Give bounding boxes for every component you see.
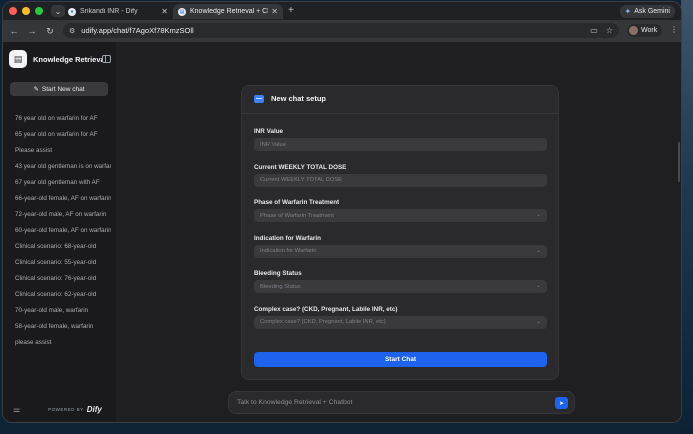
field-placeholder: Phase of Warfarin Treatment	[260, 212, 334, 219]
dify-favicon-icon: ●	[68, 7, 76, 16]
chevron-down-icon: ⌄	[535, 247, 541, 254]
new-tab-button[interactable]: +	[288, 5, 294, 16]
url-text[interactable]: udify.app/chat/f7AgoXf78KmzSOll	[81, 26, 582, 35]
start-new-chat-label: Start New chat	[41, 85, 85, 93]
field-placeholder: Indication for Warfarin	[260, 248, 317, 254]
chat-history-item[interactable]: 43 year old gentleman is on warfarin	[15, 163, 111, 179]
send-icon[interactable]: ➤	[555, 397, 568, 409]
browser-window: ⌄ ● Srikandi INR - Dify ✕ ▤ Knowledge Re…	[2, 1, 682, 423]
chat-history-item[interactable]: Clinical scenario: 76-year-old	[15, 275, 111, 291]
app-logo-icon: ▤	[9, 50, 27, 68]
tab-strip: ⌄ ● Srikandi INR - Dify ✕ ▤ Knowledge Re…	[3, 2, 681, 20]
chevron-down-icon: ⌄	[535, 283, 541, 289]
minimize-window-button[interactable]	[22, 7, 30, 15]
close-icon[interactable]: ✕	[271, 7, 278, 16]
profile-button[interactable]: Work	[627, 24, 663, 37]
chat-history-item[interactable]: 58-year-old female, warfarin	[15, 323, 111, 339]
address-bar[interactable]: ⚙ udify.app/chat/f7AgoXf78KmzSOll ▭ ☆	[63, 23, 619, 38]
ask-gemini-label: Ask Gemini	[634, 8, 670, 15]
chat-history-item[interactable]: 66-year-old female, AF on warfarin	[15, 195, 111, 211]
chat-history-item[interactable]: please assist	[15, 339, 111, 355]
field-placeholder: Bleeding Status	[260, 283, 301, 290]
maximize-window-button[interactable]	[35, 7, 43, 15]
setup-title: New chat setup	[271, 94, 327, 103]
field-placeholder: Current WEEKLY TOTAL DOSE	[260, 177, 343, 183]
field-label: Complex case? (CKD, Pregnant, Labile INR…	[254, 305, 398, 313]
start-chat-button[interactable]: Start Chat	[254, 352, 547, 367]
chat-bubble-icon	[254, 94, 264, 103]
chat-history-item[interactable]: 72-year-old male, AF on warfarin	[15, 211, 111, 227]
select-field[interactable]: Complex case? (CKD, Pregnant, Labile INR…	[254, 315, 547, 329]
star-icon[interactable]: ☆	[606, 26, 613, 35]
back-arrow-icon[interactable]: ←	[7, 24, 21, 38]
chat-input-placeholder: Talk to Knowledge Retrieval + Chatbot	[237, 399, 353, 406]
kebab-menu-icon[interactable]: ⋮	[670, 25, 678, 34]
app-name: Knowledge Retrieval + Chatbot	[33, 54, 102, 64]
tab-label: Knowledge Retrieval + Chatbot	[190, 8, 268, 15]
forward-arrow-icon[interactable]: →	[25, 24, 39, 38]
select-field[interactable]: Phase of Warfarin Treatment ⌄	[254, 209, 547, 222]
new-chat-setup-card: New chat setup Start Chat INR Value INR V…	[241, 85, 559, 380]
collapse-sidebar-icon[interactable]	[102, 55, 111, 63]
chat-history-list: 76 year old on warfarin for AF 65 year ol…	[15, 115, 111, 355]
chat-history-item[interactable]: Clinical scenario: 68-year-old	[15, 243, 111, 259]
chat-history-item[interactable]: Clinical scenario: 62-year-old	[15, 291, 111, 307]
chat-history-item[interactable]: 76 year old on warfarin for AF	[15, 115, 111, 131]
gemini-spark-icon: ✦	[624, 7, 632, 16]
chevron-down-icon: ⌄	[535, 212, 541, 218]
app-content: ▤ Knowledge Retrieval + Chatbot ✎ Start …	[3, 42, 681, 422]
tab-label: Srikandi INR - Dify	[80, 8, 138, 15]
site-info-icon[interactable]: ⚙	[69, 27, 75, 35]
sidebar-footer: ⚌ POWERED BY Dify	[13, 405, 109, 414]
ask-gemini-button[interactable]: ✦ Ask Gemini	[619, 5, 675, 18]
field-label: Bleeding Status	[254, 270, 302, 277]
scrollbar[interactable]	[678, 142, 680, 182]
edit-icon: ✎	[33, 86, 39, 93]
chat-history-item[interactable]: 70-year-old male, warfarin	[15, 307, 111, 323]
browser-toolbar: ← → ↻ ⚙ udify.app/chat/f7AgoXf78KmzSOll …	[3, 20, 681, 42]
chat-history-item[interactable]: 65 year old on warfarin for AF	[15, 131, 111, 147]
app-header: ▤ Knowledge Retrieval + Chatbot	[9, 50, 111, 68]
desktop-background	[681, 0, 693, 434]
window-controls	[9, 7, 43, 15]
close-icon[interactable]: ✕	[161, 7, 168, 16]
text-field[interactable]: Current WEEKLY TOTAL DOSE	[254, 173, 547, 187]
profile-label: Work	[641, 27, 658, 34]
field-label: Phase of Warfarin Treatment	[254, 199, 340, 206]
page-favicon-icon: ▤	[178, 7, 186, 16]
start-new-chat-button[interactable]: ✎ Start New chat	[10, 82, 108, 96]
chat-history-item[interactable]: 67 year old gentleman with AF	[15, 179, 111, 195]
divider	[242, 113, 558, 114]
install-app-icon[interactable]: ▭	[590, 26, 598, 35]
text-field[interactable]: INR Value	[254, 138, 547, 151]
dify-brand: Dify	[86, 405, 102, 414]
settings-sliders-icon[interactable]: ⚌	[13, 405, 20, 414]
select-field[interactable]: Indication for Warfarin ⌄	[254, 244, 547, 258]
select-field[interactable]: Bleeding Status ⌄	[254, 280, 547, 293]
close-window-button[interactable]	[9, 7, 17, 15]
powered-by-label: POWERED BY	[48, 407, 84, 412]
reload-icon[interactable]: ↻	[43, 24, 57, 38]
field-label: Current WEEKLY TOTAL DOSE	[254, 163, 347, 171]
field-label: INR Value	[254, 128, 284, 135]
chat-history-item[interactable]: Please assist	[15, 147, 111, 163]
field-placeholder: INR Value	[260, 141, 286, 148]
field-label: Indication for Warfarin	[254, 234, 321, 242]
field-placeholder: Complex case? (CKD, Pregnant, Labile INR…	[260, 319, 386, 325]
chevron-down-icon: ⌄	[535, 318, 541, 325]
avatar	[629, 26, 638, 35]
tab-knowledge-retrieval[interactable]: ▤ Knowledge Retrieval + Chatbot ✕	[173, 4, 283, 19]
chat-history-item[interactable]: 60-year-old female, AF on warfarin	[15, 227, 111, 243]
tab-srikandi[interactable]: ● Srikandi INR - Dify ✕	[63, 4, 173, 19]
chat-message-input[interactable]: Talk to Knowledge Retrieval + Chatbot ➤	[228, 391, 575, 414]
chat-history-item[interactable]: Clinical scenario: 55-year-old	[15, 259, 111, 275]
sidebar: ▤ Knowledge Retrieval + Chatbot ✎ Start …	[3, 42, 116, 422]
card-header: New chat setup	[254, 94, 326, 103]
